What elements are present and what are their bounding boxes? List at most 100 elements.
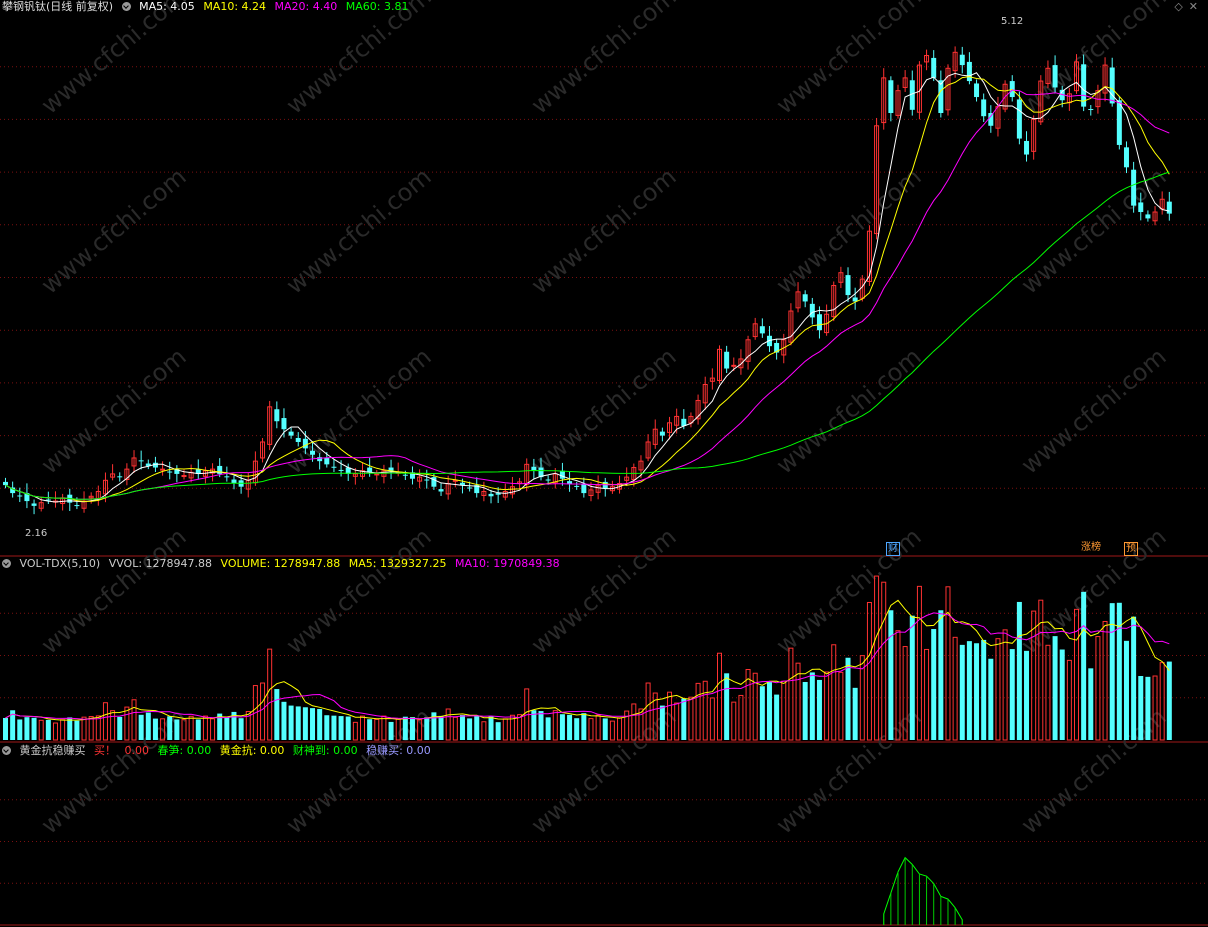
candle-body (274, 409, 280, 422)
candle-body (288, 431, 294, 436)
volume-bar (317, 708, 323, 740)
volume-bar (931, 629, 937, 740)
kline-chart[interactable]: www.cfchi.com www.cfchi.com www.cfchi.com w… (0, 0, 1208, 927)
volume-bar (952, 636, 958, 741)
volume-bar (552, 710, 558, 741)
candle-body (424, 479, 430, 481)
candle-body (302, 438, 308, 449)
volume-bar (1102, 620, 1108, 741)
candle-body (117, 476, 123, 478)
volume-bar (517, 714, 523, 741)
watermark-text: www.cfchi.com (771, 342, 927, 479)
candle-body (160, 468, 166, 471)
volume-bar (852, 687, 858, 740)
candle-body (295, 437, 301, 442)
volume-bar (966, 641, 972, 740)
volume-bar (609, 720, 615, 741)
volume-bar (210, 718, 216, 741)
chevron-down-icon[interactable] (2, 559, 11, 568)
volume-bar (988, 658, 994, 740)
diamond-icon[interactable]: ◇ (1174, 0, 1188, 13)
volume-bar (567, 714, 573, 740)
volume-bar (759, 686, 765, 740)
candle-body (1016, 99, 1022, 139)
event-mark-limit-up[interactable]: 涨榜 (1080, 542, 1102, 554)
buy-value: 0.00 (124, 744, 150, 757)
candle-body (759, 326, 765, 334)
volume-bar (709, 697, 715, 741)
volume-bar (495, 722, 501, 740)
candle-body (724, 351, 730, 369)
vol-ma5-label: MA5: 1329327.25 (348, 557, 447, 570)
signal-area (883, 856, 963, 926)
candle-body (659, 431, 665, 436)
buy-signal-label: 买！ (94, 744, 116, 757)
watermark-text: www.cfchi.com (526, 342, 682, 479)
volume-bar (445, 708, 451, 741)
candle-body (981, 99, 987, 117)
volume-bar (45, 719, 51, 740)
stock-title: 攀钢钒钛(日线 前复权) (2, 0, 114, 13)
volume-bar (731, 701, 737, 741)
candle-body (809, 303, 815, 318)
volume-bar (481, 721, 487, 741)
volume-bar (816, 679, 822, 740)
watermark-text: www.cfchi.com (36, 0, 192, 120)
volume-bar (1088, 668, 1094, 740)
volume-bar (545, 717, 551, 740)
volume-bar (352, 721, 358, 741)
caishendao-label: 财神到: 0.00 (292, 744, 358, 757)
candle-body (731, 364, 737, 367)
watermark-text: www.cfchi.com (281, 0, 437, 120)
volume-bar (1045, 644, 1051, 741)
candle-body (138, 460, 144, 462)
volume-bar (738, 694, 744, 741)
volume-bar (1131, 616, 1137, 740)
volume-bar (152, 718, 158, 740)
high-price-label: 5.12 (1001, 16, 1024, 27)
candle-body (1145, 214, 1151, 219)
event-mark-finance[interactable]: 财 (886, 542, 900, 556)
candle-body (224, 476, 230, 478)
volume-bar (659, 705, 665, 740)
volume-bar (809, 672, 815, 740)
candle-body (402, 474, 408, 476)
candle-body (559, 470, 565, 479)
watermark-text: www.cfchi.com (1016, 162, 1172, 299)
volume-bar (367, 719, 373, 740)
volume-bar (459, 715, 465, 740)
close-icon[interactable]: ✕ (1189, 0, 1204, 13)
volume-bar (909, 615, 915, 740)
volume-bar (3, 717, 8, 740)
volume-bar (574, 718, 580, 740)
volume-bar (1095, 636, 1101, 741)
watermark-text: www.cfchi.com (281, 162, 437, 299)
volume-bar (124, 706, 130, 741)
candle-body (574, 485, 580, 487)
volume-bar (602, 718, 608, 740)
panel-controls[interactable]: ◇✕ (1174, 0, 1204, 13)
volume-bar (588, 718, 594, 741)
volume-bar (67, 717, 73, 740)
candle-body (167, 471, 173, 473)
chevron-down-icon[interactable] (2, 746, 11, 755)
candle-body (1109, 67, 1115, 104)
volume-bar (167, 716, 173, 740)
candle-body (974, 83, 980, 98)
volume-bar (424, 717, 430, 740)
event-mark-forecast[interactable]: 预 (1124, 542, 1138, 556)
candle-body (1138, 202, 1144, 213)
volume-bar (138, 714, 144, 740)
candle-body (966, 61, 972, 82)
watermark-text: www.cfchi.com (36, 162, 192, 299)
volume-panel-header: VOL-TDX(5,10) VVOL: 1278947.88 VOLUME: 1… (2, 557, 565, 571)
volume-bar (781, 680, 787, 741)
volume-bar (724, 673, 730, 740)
volume-bar (617, 717, 623, 741)
volume-bar (24, 717, 30, 740)
chevron-down-icon[interactable] (121, 2, 131, 11)
volume-bar (924, 648, 930, 741)
watermark-text: www.cfchi.com (281, 522, 437, 659)
volume-bar (1074, 608, 1079, 741)
watermark-text: www.cfchi.com (526, 522, 682, 659)
